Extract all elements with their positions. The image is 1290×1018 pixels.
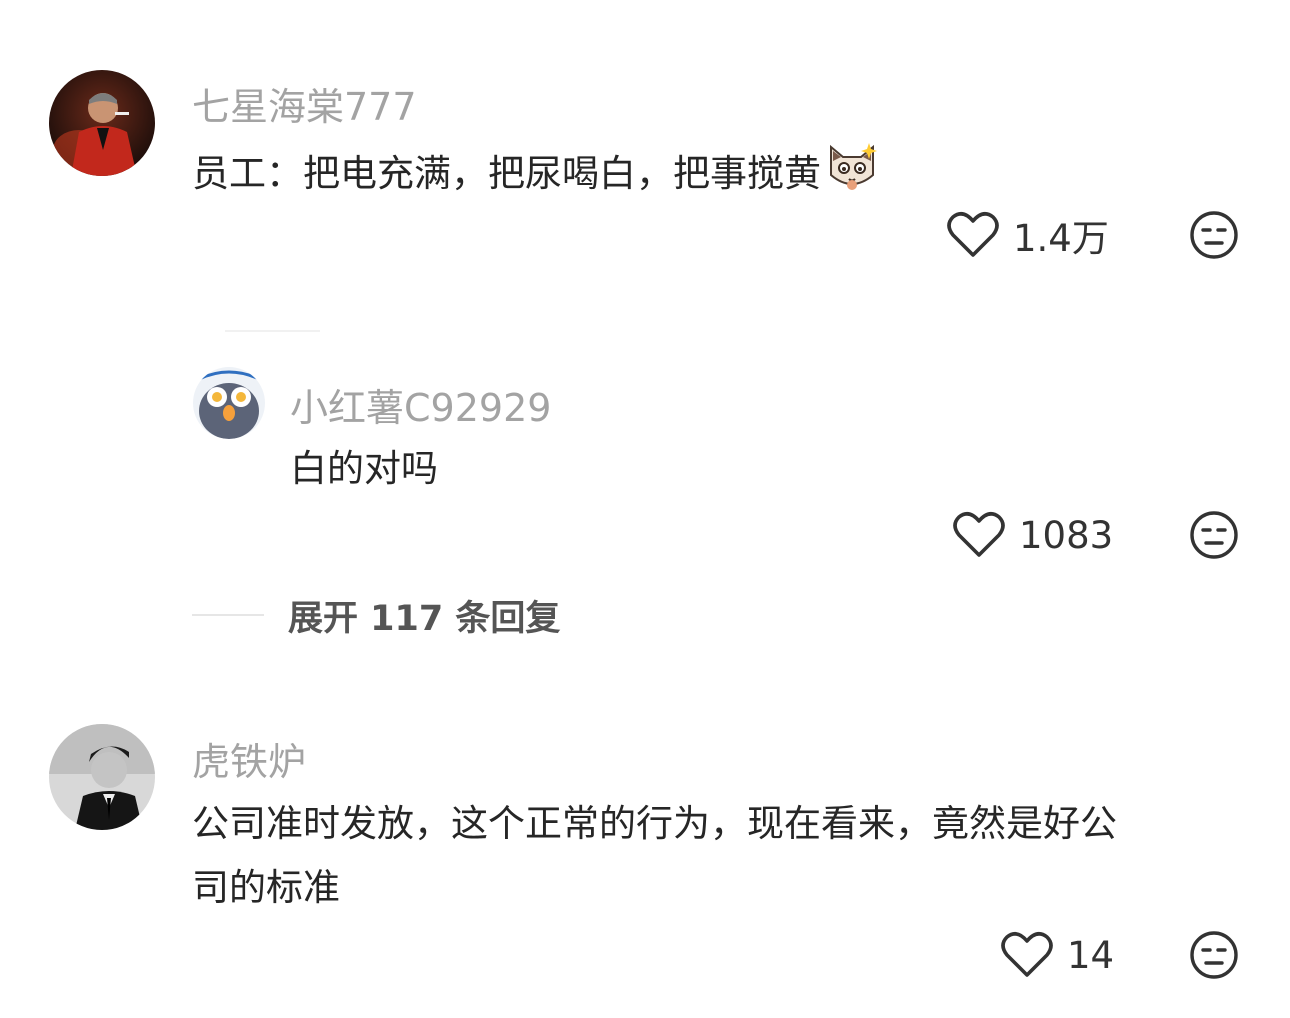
avatar[interactable] bbox=[49, 724, 155, 830]
like-button[interactable]: 14 bbox=[1001, 930, 1114, 980]
dislike-button[interactable] bbox=[1189, 510, 1239, 560]
divider bbox=[225, 330, 320, 332]
comment-username[interactable]: 虎铁炉 bbox=[192, 731, 306, 786]
heart-outline-icon bbox=[947, 212, 999, 257]
meh-face-icon bbox=[1190, 511, 1238, 559]
expand-replies-button[interactable]: 展开 117 条回复 bbox=[192, 590, 560, 640]
like-button[interactable]: 1083 bbox=[953, 510, 1113, 560]
comment-username[interactable]: 七星海棠777 bbox=[192, 76, 417, 131]
avatar[interactable] bbox=[193, 367, 265, 439]
comment-username[interactable]: 小红薯C92929 bbox=[290, 377, 551, 432]
heart-outline-icon bbox=[1001, 932, 1053, 977]
avatar[interactable] bbox=[49, 70, 155, 176]
like-button[interactable]: 1.4万 bbox=[947, 210, 1109, 260]
expand-divider bbox=[192, 614, 264, 616]
like-count: 1.4万 bbox=[1013, 217, 1109, 260]
comment-text: 员工：把电充满，把尿喝白，把事搅黄 bbox=[192, 139, 879, 212]
meh-face-icon bbox=[1190, 931, 1238, 979]
dislike-button[interactable] bbox=[1189, 930, 1239, 980]
comment-text: 司的标准 bbox=[192, 866, 340, 909]
comment-text-content: 员工：把电充满，把尿喝白，把事搅黄 bbox=[192, 152, 821, 195]
like-count: 14 bbox=[1067, 933, 1115, 977]
comment-text: 白的对吗 bbox=[290, 447, 438, 490]
expand-replies-label: 展开 117 条回复 bbox=[288, 598, 561, 639]
cat-emoji-icon bbox=[825, 139, 879, 212]
like-count: 1083 bbox=[1019, 513, 1114, 557]
heart-outline-icon bbox=[953, 512, 1005, 557]
meh-face-icon bbox=[1190, 211, 1238, 259]
comment-text: 公司准时发放，这个正常的行为，现在看来，竟然是好公 bbox=[192, 802, 1117, 845]
dislike-button[interactable] bbox=[1189, 210, 1239, 260]
